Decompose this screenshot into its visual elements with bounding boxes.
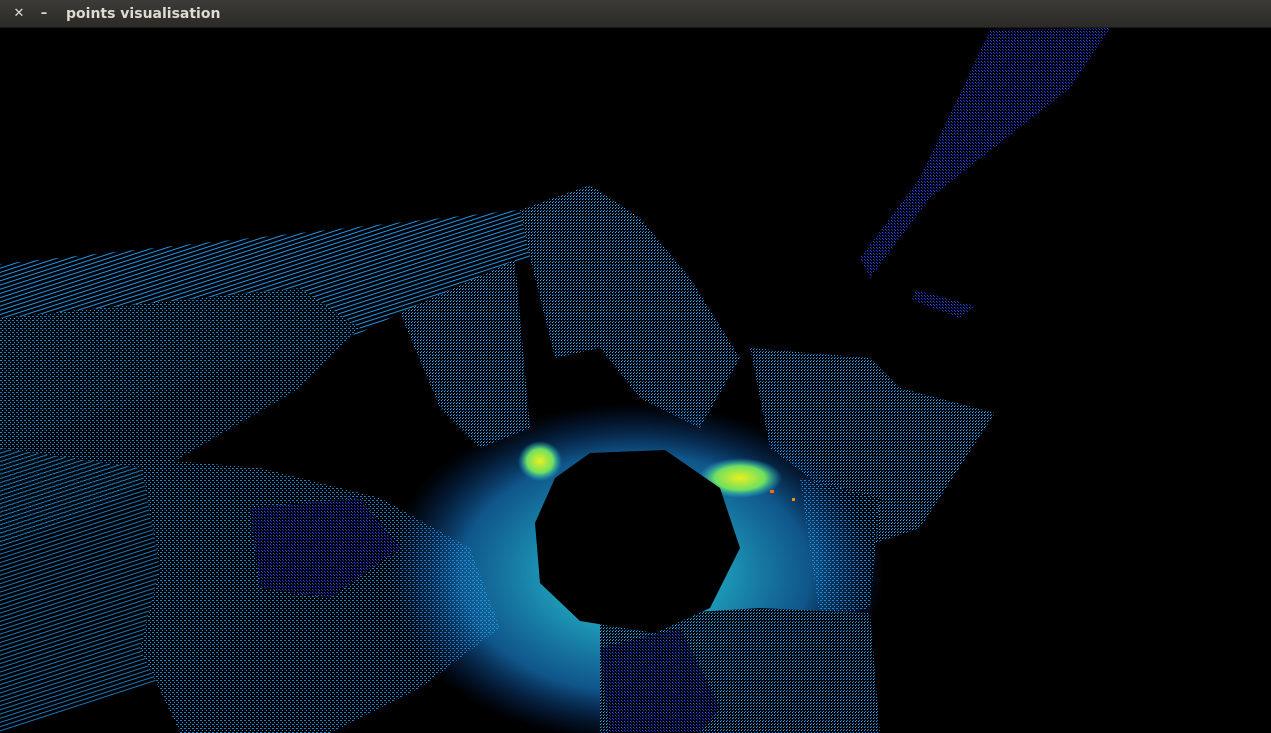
hot-region: [518, 441, 562, 481]
hot-point: [770, 490, 774, 493]
minimize-icon[interactable]: –: [35, 5, 53, 23]
app-window: ✕ – points visualisation: [0, 0, 1271, 733]
point-cloud-viewport[interactable]: [0, 28, 1271, 733]
window-title: points visualisation: [66, 6, 221, 22]
close-icon[interactable]: ✕: [10, 5, 28, 23]
hot-point: [792, 498, 795, 501]
point-cloud-region: [520, 185, 740, 428]
point-cloud-canvas[interactable]: [0, 28, 1271, 733]
point-cloud-region: [860, 28, 1110, 278]
title-bar[interactable]: ✕ – points visualisation: [0, 0, 1271, 28]
point-cloud-region: [912, 290, 975, 318]
